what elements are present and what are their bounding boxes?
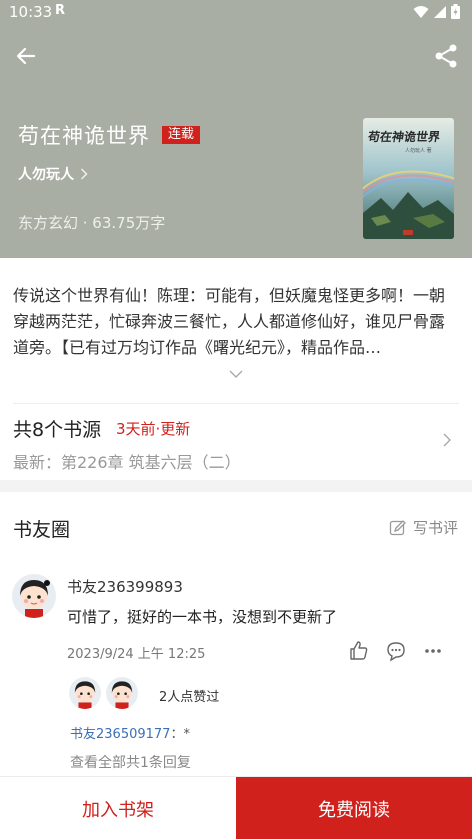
book-title-row: 苟在神诡世界 连载 bbox=[18, 120, 201, 150]
likes-count: 2人点赞过 bbox=[159, 690, 220, 705]
section-separator bbox=[0, 480, 472, 492]
chevron-down-icon bbox=[229, 370, 243, 378]
latest-chapter: 最新：第226章 筑基六层（二） bbox=[13, 453, 241, 472]
serial-status-badge: 连载 bbox=[162, 126, 201, 144]
liker-avatar[interactable] bbox=[69, 677, 101, 709]
like-button[interactable] bbox=[348, 640, 370, 662]
book-meta: 东方玄幻 · 63.75万字 bbox=[18, 214, 166, 232]
book-sources-row[interactable]: 共8个书源 3天前·更新 最新：第226章 筑基六层（二） bbox=[0, 404, 472, 480]
user-avatar-image bbox=[12, 574, 56, 618]
wifi-icon bbox=[413, 5, 429, 18]
review-username[interactable]: 书友236399893 bbox=[67, 576, 183, 597]
liker-avatar-image bbox=[69, 677, 101, 709]
status-icons bbox=[413, 4, 460, 19]
author-link[interactable]: 人勿玩人 bbox=[18, 164, 88, 184]
share-button[interactable] bbox=[432, 42, 460, 70]
add-to-shelf-button[interactable]: 加入书架 bbox=[0, 777, 236, 839]
status-time: 10:33 bbox=[9, 3, 53, 21]
chevron-right-icon bbox=[443, 433, 451, 447]
share-icon bbox=[435, 44, 457, 68]
author-name: 人勿玩人 bbox=[18, 167, 74, 183]
book-header: 10:33 R 苟在神诡世界 连载 人勿玩人 东方玄幻 · 63.75万字 苟在… bbox=[0, 0, 472, 258]
reply-username[interactable]: 书友236509177 bbox=[70, 727, 170, 742]
reader-circle-title: 书友圈 bbox=[13, 519, 71, 541]
comment-button[interactable] bbox=[385, 640, 407, 662]
more-options-button[interactable] bbox=[422, 640, 444, 662]
chevron-right-icon bbox=[81, 168, 88, 180]
liker-avatar[interactable] bbox=[106, 677, 138, 709]
avatar[interactable] bbox=[12, 574, 56, 618]
sources-title: 共8个书源 bbox=[13, 419, 102, 441]
book-cover: 苟在神诡世界 人勿玩人 著 bbox=[363, 118, 454, 239]
write-review-label: 写书评 bbox=[412, 519, 458, 537]
write-review-button[interactable]: 写书评 bbox=[389, 517, 458, 538]
expand-description-button[interactable] bbox=[226, 366, 246, 380]
book-title: 苟在神诡世界 bbox=[18, 124, 150, 148]
free-read-button[interactable]: 免费阅读 bbox=[236, 777, 472, 839]
reply-item: 书友236509177：* bbox=[70, 723, 190, 742]
battery-icon bbox=[451, 4, 460, 19]
review-text: 可惜了，挺好的一本书，没想到不更新了 bbox=[67, 608, 338, 626]
back-arrow-icon bbox=[16, 47, 36, 65]
sources-update-time: 3天前·更新 bbox=[116, 420, 191, 438]
notification-icon: R bbox=[55, 3, 66, 18]
view-all-replies-link[interactable]: 查看全部共1条回复 bbox=[70, 752, 191, 772]
cover-author: 人勿玩人 著 bbox=[405, 148, 432, 154]
signal-icon bbox=[434, 5, 446, 18]
review-timestamp: 2023/9/24 上午 12:25 bbox=[67, 647, 206, 662]
bottom-action-bar: 加入书架 免费阅读 bbox=[0, 776, 472, 839]
more-icon bbox=[425, 649, 441, 653]
back-button[interactable] bbox=[12, 42, 40, 70]
liker-avatar-image bbox=[106, 677, 138, 709]
thumbs-up-icon bbox=[350, 641, 368, 660]
status-bar: 10:33 R bbox=[0, 0, 472, 26]
edit-icon bbox=[389, 519, 406, 535]
comment-icon bbox=[387, 642, 405, 662]
book-description: 传说这个世界有仙！陈理：可能有，但妖魔鬼怪更多啊！一朝穿越两茫茫，忙碌奔波三餐忙… bbox=[13, 286, 446, 357]
cover-title: 苟在神诡世界 bbox=[366, 130, 441, 144]
reply-text: ：* bbox=[170, 727, 190, 742]
